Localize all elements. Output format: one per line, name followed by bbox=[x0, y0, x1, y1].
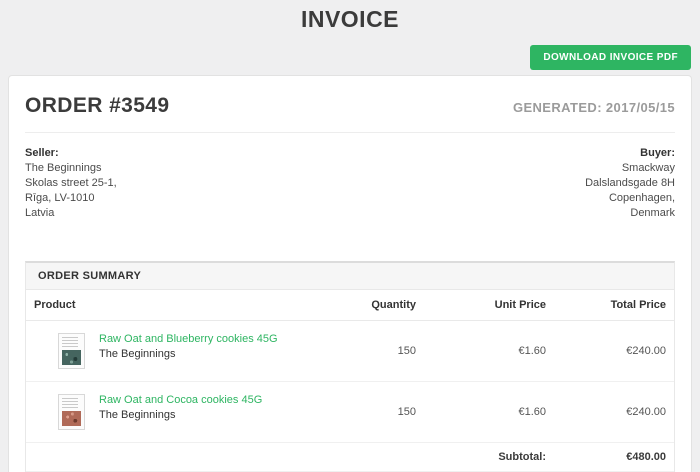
buyer-label: Buyer: bbox=[640, 147, 675, 159]
product-info: Raw Oat and Blueberry cookies 45G The Be… bbox=[99, 333, 278, 360]
buyer-name: Smackway bbox=[621, 162, 675, 174]
product-thumbnail-blueberry-cookies[interactable] bbox=[58, 333, 85, 369]
order-summary-panel: ORDER SUMMARY Product Quantity Unit Pric… bbox=[25, 261, 675, 472]
subtotal-row: Subtotal: €480.00 bbox=[26, 442, 674, 472]
subtotal-label: Subtotal: bbox=[26, 442, 554, 472]
column-quantity: Quantity bbox=[314, 290, 424, 321]
seller-country: Latvia bbox=[25, 207, 55, 219]
product-info: Raw Oat and Cocoa cookies 45G The Beginn… bbox=[99, 394, 262, 421]
invoice-card: ORDER #3549 GENERATED: 2017/05/15 Seller… bbox=[8, 75, 692, 472]
buyer-country: Denmark bbox=[630, 207, 675, 219]
seller-name: The Beginnings bbox=[25, 162, 102, 174]
toolbar: DOWNLOAD INVOICE PDF bbox=[0, 45, 700, 70]
order-number-title: ORDER #3549 bbox=[25, 94, 170, 117]
unit-price-value: €1.60 bbox=[424, 320, 554, 382]
page-title: INVOICE bbox=[300, 6, 400, 32]
seller-block: Seller: The Beginnings Skolas street 25-… bbox=[25, 146, 117, 221]
subtotal-value: €480.00 bbox=[554, 442, 674, 472]
seller-city: Rīga, LV-1010 bbox=[25, 192, 95, 204]
table-header-row: Product Quantity Unit Price Total Price bbox=[26, 290, 674, 321]
quantity-value: 150 bbox=[314, 320, 424, 382]
column-product: Product bbox=[26, 290, 314, 321]
buyer-city: Copenhagen, bbox=[608, 192, 675, 204]
quantity-value: 150 bbox=[314, 381, 424, 443]
buyer-street: Dalslandsgade 8H bbox=[585, 177, 675, 189]
order-header: ORDER #3549 GENERATED: 2017/05/15 bbox=[25, 86, 675, 133]
column-total-price: Total Price bbox=[554, 290, 674, 321]
vendor-name: The Beginnings bbox=[99, 409, 176, 421]
product-cell: Raw Oat and Blueberry cookies 45G The Be… bbox=[34, 333, 306, 369]
table-row: Raw Oat and Blueberry cookies 45G The Be… bbox=[26, 320, 674, 382]
download-invoice-pdf-button[interactable]: DOWNLOAD INVOICE PDF bbox=[530, 45, 691, 70]
total-price-value: €240.00 bbox=[554, 381, 674, 443]
product-cell: Raw Oat and Cocoa cookies 45G The Beginn… bbox=[34, 394, 306, 430]
product-link-blueberry-cookies[interactable]: Raw Oat and Blueberry cookies 45G bbox=[99, 333, 278, 345]
product-link-cocoa-cookies[interactable]: Raw Oat and Cocoa cookies 45G bbox=[99, 394, 262, 406]
total-price-value: €240.00 bbox=[554, 320, 674, 382]
seller-label: Seller: bbox=[25, 147, 59, 159]
order-summary-title: ORDER SUMMARY bbox=[26, 263, 674, 290]
product-thumbnail-cocoa-cookies[interactable] bbox=[58, 394, 85, 430]
order-items-table: Product Quantity Unit Price Total Price … bbox=[26, 290, 674, 472]
unit-price-value: €1.60 bbox=[424, 381, 554, 443]
buyer-block: Buyer: Smackway Dalslandsgade 8H Copenha… bbox=[585, 146, 675, 221]
addresses-section: Seller: The Beginnings Skolas street 25-… bbox=[25, 133, 675, 221]
seller-street: Skolas street 25-1, bbox=[25, 177, 117, 189]
vendor-name: The Beginnings bbox=[99, 348, 176, 360]
column-unit-price: Unit Price bbox=[424, 290, 554, 321]
table-row: Raw Oat and Cocoa cookies 45G The Beginn… bbox=[26, 381, 674, 443]
generated-date: GENERATED: 2017/05/15 bbox=[512, 100, 675, 115]
